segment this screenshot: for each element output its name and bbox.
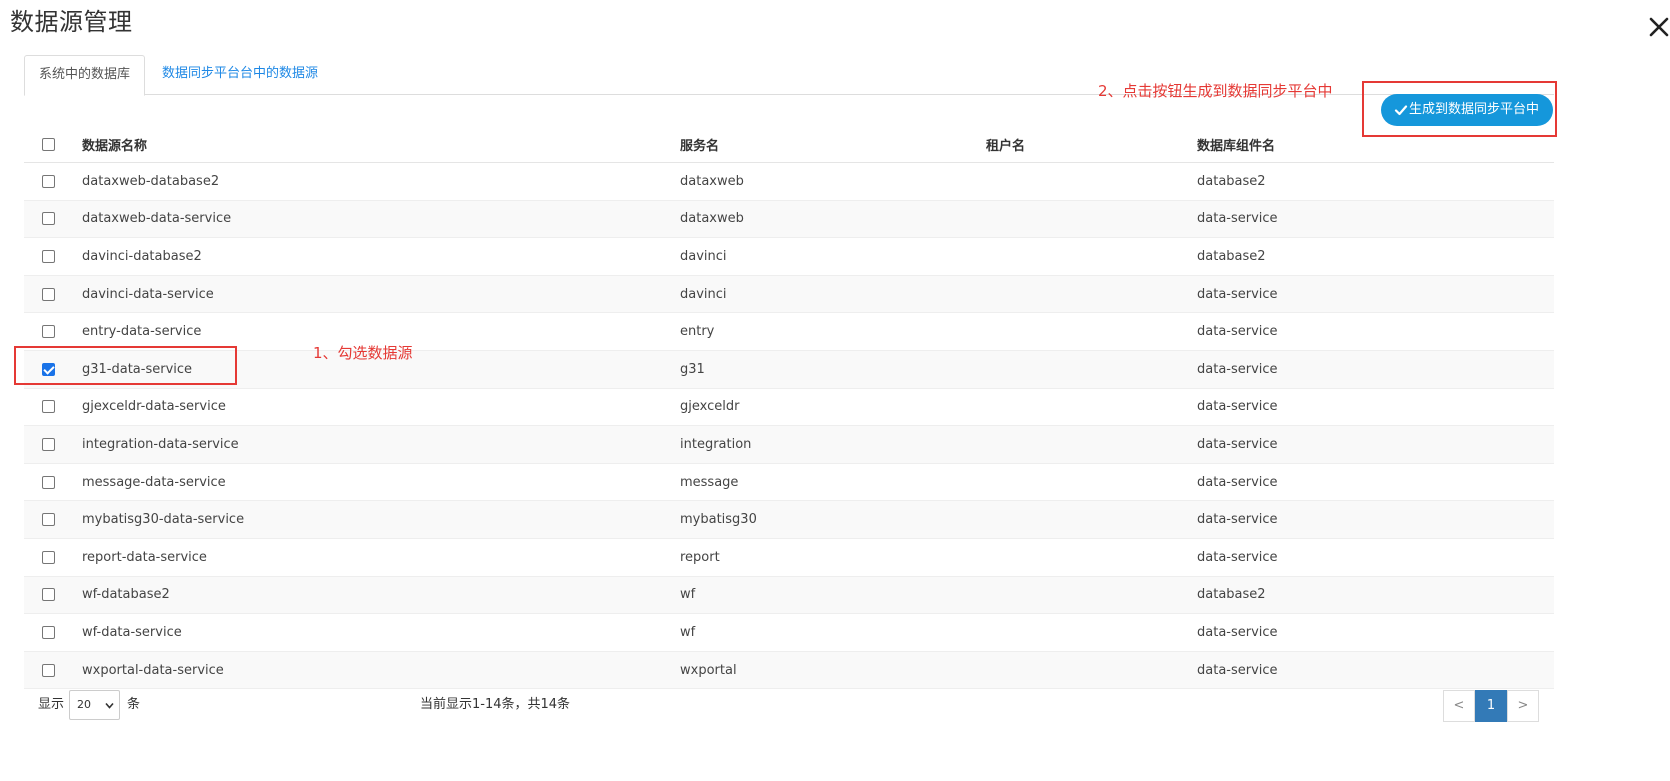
table-row[interactable]: gjexceldr-data-service gjexceldr data-serv… — [24, 389, 1554, 427]
page-size-select[interactable]: 20 — [69, 690, 120, 720]
cell-component-name: data-service — [1197, 474, 1278, 490]
row-checkbox[interactable] — [42, 588, 55, 602]
cell-datasource-name: wxportal-data-service — [82, 662, 224, 678]
table-row[interactable]: wf-data-service wf data-service — [24, 614, 1554, 652]
generate-button-label: 生成到数据同步平台中 — [1408, 102, 1539, 117]
table-row[interactable]: integration-data-service integration data-… — [24, 426, 1554, 464]
check-icon — [1394, 105, 1408, 116]
cell-service-name: wf — [680, 587, 696, 603]
cell-service-name: mybatisg30 — [680, 512, 757, 528]
row-checkbox[interactable] — [42, 663, 55, 677]
row-checkbox[interactable] — [42, 550, 55, 564]
cell-service-name: davinci — [680, 286, 727, 302]
table-row[interactable]: g31-data-service g31 data-service — [24, 350, 1554, 389]
table-row[interactable]: entry-data-service entry data-service — [24, 313, 1554, 351]
cell-component-name: data-service — [1197, 549, 1278, 565]
cell-datasource-name: davinci-database2 — [82, 248, 202, 264]
datasource-table: 数据源名称 服务名 租户名 数据库组件名 dataxweb-database2 d… — [24, 126, 1554, 690]
table-row[interactable]: davinci-data-service davinci data-service — [24, 275, 1554, 314]
cell-component-name: data-service — [1197, 662, 1278, 678]
table-footer: 显示 20 条 当前显示1-14条，共14条 < 1 > — [24, 690, 1554, 722]
row-checkbox[interactable] — [42, 287, 55, 301]
cell-component-name: data-service — [1197, 361, 1278, 377]
cell-datasource-name: gjexceldr-data-service — [82, 399, 226, 415]
cell-datasource-name: wf-database2 — [82, 587, 170, 603]
row-checkbox[interactable] — [42, 325, 55, 339]
table-row[interactable]: wxportal-data-service wxportal data-servic… — [24, 651, 1554, 690]
cell-service-name: wxportal — [680, 662, 737, 678]
annotation-step2: 2、点击按钮生成到数据同步平台中 — [1098, 82, 1333, 100]
table-body: dataxweb-database2 dataxweb database2 datax… — [24, 163, 1554, 690]
cell-service-name: dataxweb — [680, 211, 744, 227]
column-header-tenant[interactable]: 租户名 — [986, 126, 1025, 162]
cell-datasource-name: message-data-service — [82, 474, 226, 490]
cell-datasource-name: davinci-data-service — [82, 286, 214, 302]
table-row[interactable]: dataxweb-data-service dataxweb data-servic… — [24, 200, 1554, 239]
cell-service-name: wf — [680, 624, 696, 640]
table-row[interactable]: report-data-service report data-service — [24, 539, 1554, 577]
cell-service-name: integration — [680, 436, 752, 452]
cell-datasource-name: dataxweb-database2 — [82, 173, 220, 189]
cell-service-name: gjexceldr — [680, 399, 740, 415]
cell-component-name: data-service — [1197, 286, 1278, 302]
row-checkbox[interactable] — [42, 475, 55, 489]
cell-service-name: report — [680, 549, 720, 565]
cell-component-name: database2 — [1197, 587, 1266, 603]
row-checkbox[interactable] — [42, 174, 55, 188]
cell-service-name: entry — [680, 324, 715, 340]
table-row[interactable]: dataxweb-database2 dataxweb database2 — [24, 163, 1554, 201]
next-page-button[interactable]: > — [1507, 690, 1539, 722]
cell-component-name: data-service — [1197, 211, 1278, 227]
tab-sync-platform-datasources[interactable]: 数据同步平台台中的数据源 — [148, 55, 332, 93]
cell-datasource-name: report-data-service — [82, 549, 207, 565]
cell-component-name: database2 — [1197, 173, 1266, 189]
cell-service-name: g31 — [680, 361, 705, 377]
column-header-service[interactable]: 服务名 — [680, 126, 719, 162]
prev-page-button[interactable]: < — [1443, 690, 1475, 722]
chevron-down-icon — [105, 702, 114, 709]
cell-datasource-name: mybatisg30-data-service — [82, 512, 245, 528]
cell-component-name: data-service — [1197, 324, 1278, 340]
page-size-value: 20 — [77, 698, 91, 711]
annotation-box-checkbox — [14, 346, 237, 385]
cell-component-name: data-service — [1197, 512, 1278, 528]
tab-system-databases[interactable]: 系统中的数据库 — [24, 55, 146, 96]
page-1-button[interactable]: 1 — [1475, 690, 1507, 722]
table-header-row: 数据源名称 服务名 租户名 数据库组件名 — [24, 126, 1554, 163]
cell-service-name: dataxweb — [680, 173, 744, 189]
select-all-checkbox[interactable] — [42, 137, 55, 151]
row-checkbox[interactable] — [42, 625, 55, 639]
cell-component-name: data-service — [1197, 436, 1278, 452]
column-header-component[interactable]: 数据库组件名 — [1197, 126, 1275, 162]
table-row[interactable]: message-data-service message data-service — [24, 464, 1554, 502]
table-row[interactable]: mybatisg30-data-service mybatisg30 data-se… — [24, 501, 1554, 539]
cell-datasource-name: integration-data-service — [82, 436, 239, 452]
page-size-label: 显示 — [38, 697, 65, 712]
row-checkbox[interactable] — [42, 513, 55, 527]
generate-to-sync-platform-button[interactable]: 生成到数据同步平台中 — [1381, 94, 1553, 126]
row-checkbox[interactable] — [42, 437, 55, 451]
cell-component-name: data-service — [1197, 624, 1278, 640]
table-row[interactable]: wf-database2 wf database2 — [24, 576, 1554, 615]
cell-component-name: data-service — [1197, 399, 1278, 415]
annotation-step1: 1、勾选数据源 — [313, 344, 413, 362]
row-checkbox[interactable] — [42, 249, 55, 263]
cell-component-name: database2 — [1197, 248, 1266, 264]
cell-datasource-name: entry-data-service — [82, 324, 202, 340]
table-row[interactable]: davinci-database2 davinci database2 — [24, 238, 1554, 276]
row-checkbox[interactable] — [42, 212, 55, 226]
row-checkbox[interactable] — [42, 400, 55, 414]
dialog-title: 数据源管理 — [10, 8, 133, 36]
close-icon[interactable] — [1646, 14, 1670, 40]
record-summary: 当前显示1-14条，共14条 — [420, 697, 571, 712]
cell-datasource-name: wf-data-service — [82, 624, 182, 640]
page-size-unit: 条 — [127, 697, 141, 712]
cell-datasource-name: dataxweb-data-service — [82, 211, 232, 227]
column-header-name[interactable]: 数据源名称 — [82, 126, 147, 162]
cell-service-name: davinci — [680, 248, 727, 264]
cell-service-name: message — [680, 474, 739, 490]
